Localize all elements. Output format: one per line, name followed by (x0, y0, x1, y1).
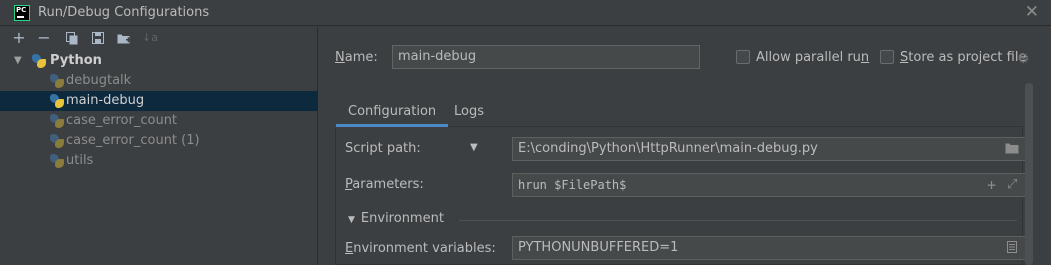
python-config-icon (50, 74, 64, 88)
chevron-down-icon[interactable]: ▼ (348, 215, 355, 225)
gear-icon[interactable]: ⚙ (1017, 51, 1030, 67)
tree-item-main-debug[interactable]: main-debug (0, 91, 318, 111)
configuration-editor: Name: main-debug Allow parallel run Stor… (319, 27, 1051, 265)
parameters-value: hrun $FilePath$ (518, 178, 627, 192)
save-configuration-button[interactable] (89, 29, 107, 47)
name-label: Name: (335, 50, 378, 65)
script-path-value: E:\conding\Python\HttpRunner\main-debug.… (518, 141, 818, 156)
tree-item-case-error-count[interactable]: case_error_count (0, 111, 318, 131)
python-config-icon (50, 154, 64, 168)
environment-divider (459, 220, 1017, 221)
configurations-sidebar: + − ↓a ▼ Python debugtalk main-debug cas… (0, 27, 318, 265)
store-as-project-file-label[interactable]: Store as project file (900, 50, 1026, 65)
tree-item-label: main-debug (66, 93, 145, 108)
allow-parallel-run-label[interactable]: Allow parallel run (756, 50, 869, 65)
tree-item-debugtalk[interactable]: debugtalk (0, 71, 318, 91)
sidebar-toolbar: + − ↓a (0, 27, 317, 51)
tree-item-label: case_error_count (1) (66, 133, 200, 148)
python-icon (32, 54, 46, 68)
tab-configuration[interactable]: Configuration (336, 97, 449, 127)
environment-variables-input[interactable]: PYTHONUNBUFFERED=1 (512, 236, 1027, 260)
configuration-panel: Script path: ▼ E:\conding\Python\HttpRun… (335, 128, 1027, 265)
tab-logs[interactable]: Logs (442, 97, 496, 127)
tree-group-label: Python (50, 53, 102, 68)
tab-bar: Configuration Logs (336, 97, 1023, 127)
parameters-input[interactable]: hrun $FilePath$ + ⤢ (512, 173, 1027, 197)
tree-item-label: utils (66, 153, 94, 168)
new-folder-button[interactable] (115, 29, 133, 47)
environment-variables-label: Environment variables: (345, 241, 496, 256)
edit-list-icon[interactable] (1007, 241, 1017, 257)
allow-parallel-run-checkbox[interactable] (736, 50, 750, 64)
script-path-label: Script path: (345, 141, 421, 156)
parameters-label: Parameters: (345, 177, 424, 192)
environment-variables-value: PYTHONUNBUFFERED=1 (518, 240, 679, 255)
python-config-icon (50, 114, 64, 128)
chevron-down-icon[interactable]: ▼ (14, 51, 22, 71)
remove-configuration-button[interactable]: − (35, 29, 53, 47)
sort-button[interactable]: ↓a (141, 29, 159, 47)
folder-icon[interactable] (1005, 142, 1019, 158)
tree-item-case-error-count-1[interactable]: case_error_count (1) (0, 131, 318, 151)
save-icon (92, 32, 104, 44)
python-config-icon (50, 134, 64, 148)
python-config-icon (50, 94, 64, 108)
vertical-scrollbar[interactable] (1025, 83, 1033, 265)
store-as-project-file-checkbox[interactable] (880, 50, 894, 64)
copy-icon (66, 32, 78, 45)
environment-section-header[interactable]: ▼ Environment (348, 211, 444, 226)
title-bar: PC Run/Debug Configurations ✕ (0, 0, 1051, 26)
insert-macro-icon[interactable]: + (987, 176, 996, 194)
folder-add-icon (117, 34, 131, 44)
window-title: Run/Debug Configurations (38, 5, 210, 20)
pycharm-logo-icon: PC (14, 5, 30, 21)
copy-configuration-button[interactable] (63, 29, 81, 47)
script-path-input[interactable]: E:\conding\Python\HttpRunner\main-debug.… (512, 137, 1027, 161)
tree-item-label: case_error_count (66, 113, 178, 128)
expand-icon[interactable]: ⤢ (1007, 177, 1017, 192)
add-configuration-button[interactable]: + (10, 29, 28, 47)
close-button[interactable]: ✕ (1025, 2, 1039, 22)
tree-item-label: debugtalk (66, 73, 132, 88)
script-path-dropdown-icon[interactable]: ▼ (470, 142, 478, 153)
tree-group-python[interactable]: ▼ Python (0, 51, 318, 71)
tree-item-utils[interactable]: utils (0, 151, 318, 171)
name-input[interactable]: main-debug (392, 45, 700, 69)
